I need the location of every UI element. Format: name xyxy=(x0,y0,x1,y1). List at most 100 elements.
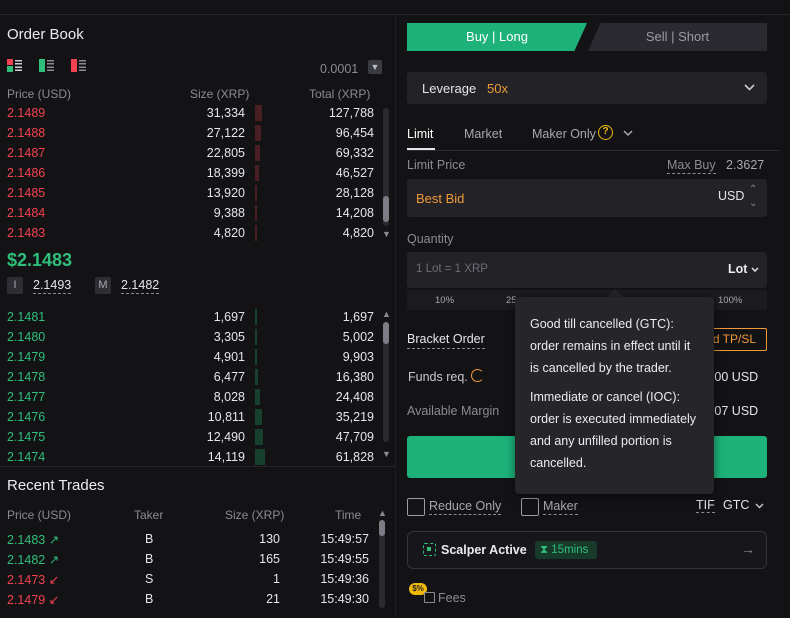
arrow-up-right-icon: ↗ xyxy=(45,553,60,567)
chevron-down-icon[interactable]: ▼ xyxy=(368,60,382,74)
depth-bar xyxy=(255,165,259,181)
tabs-divider xyxy=(407,150,780,151)
row-price: 2.1487 xyxy=(7,146,46,160)
row-total: 1,697 xyxy=(342,310,374,324)
ask-row[interactable]: 2.1489 31,334 127,788 xyxy=(0,103,380,123)
leverage-value: 50x xyxy=(487,81,508,96)
chevron-down-icon[interactable] xyxy=(744,84,755,91)
tab-limit[interactable]: Limit xyxy=(407,127,433,141)
trade-taker: S xyxy=(145,572,154,586)
bid-row[interactable]: 2.1478 6,477 16,380 xyxy=(0,367,380,387)
tab-maker-only[interactable]: Maker Only xyxy=(532,127,596,141)
asks-scrollbar[interactable] xyxy=(383,108,389,226)
trade-price: 2.1479 ↙ xyxy=(7,592,59,607)
depth-bar xyxy=(255,145,260,161)
bid-row[interactable]: 2.1481 1,697 1,697 xyxy=(0,307,380,327)
precision-value[interactable]: 0.0001 xyxy=(320,62,358,76)
trade-size: 165 xyxy=(259,552,280,566)
bid-row[interactable]: 2.1477 8,028 24,408 xyxy=(0,387,380,407)
tif-select[interactable]: GTC xyxy=(723,498,749,512)
row-total: 61,828 xyxy=(335,450,374,464)
trade-row: 2.1479 ↙ B 21 15:49:30 xyxy=(0,590,380,610)
trade-size: 130 xyxy=(259,532,280,546)
sell-short-tab[interactable]: Sell | Short xyxy=(588,23,767,51)
row-size: 9,388 xyxy=(213,206,245,220)
asks-scroll-thumb[interactable] xyxy=(383,196,389,222)
scroll-down-icon[interactable]: ▼ xyxy=(382,449,391,459)
depth-bar xyxy=(255,429,263,445)
maker-label: Maker xyxy=(543,499,578,515)
row-size: 14,119 xyxy=(207,450,245,464)
tooltip-ioc-text: Immediate or cancel (IOC): order is exec… xyxy=(530,390,697,470)
trade-time: 15:49:57 xyxy=(320,532,369,546)
scalper-label: Scalper Active xyxy=(441,543,527,557)
book-view-both-icon[interactable] xyxy=(7,59,22,72)
add-tpsl-button[interactable]: d TP/SL xyxy=(705,328,767,351)
chevron-down-icon[interactable] xyxy=(755,503,764,509)
book-view-bids-icon[interactable] xyxy=(39,59,54,72)
reduce-only-checkbox[interactable] xyxy=(407,498,425,516)
scroll-up-icon[interactable]: ▲ xyxy=(382,309,391,319)
arrow-down-left-icon: ↙ xyxy=(45,593,60,607)
row-total: 4,820 xyxy=(342,226,374,240)
chevron-down-icon[interactable] xyxy=(751,267,759,272)
ask-row[interactable]: 2.1488 27,122 96,454 xyxy=(0,123,380,143)
row-size: 27,122 xyxy=(206,126,245,140)
bid-row[interactable]: 2.1480 3,305 5,002 xyxy=(0,327,380,347)
trade-row: 2.1473 ↙ S 1 15:49:36 xyxy=(0,570,380,590)
chevron-down-icon[interactable] xyxy=(623,130,633,137)
bid-row[interactable]: 2.1474 14,119 61,828 xyxy=(0,447,380,467)
tab-market[interactable]: Market xyxy=(464,127,502,141)
row-total: 35,219 xyxy=(335,410,374,424)
fees-label[interactable]: Fees xyxy=(438,591,466,605)
book-view-asks-icon[interactable] xyxy=(71,59,86,72)
mark-price: 2.1482 xyxy=(121,278,160,294)
percent-100[interactable]: 100% xyxy=(718,295,742,306)
depth-bar xyxy=(255,105,262,121)
depth-bar xyxy=(255,205,257,221)
trade-taker: B xyxy=(145,532,154,546)
percent-10[interactable]: 10% xyxy=(435,295,454,306)
increment-icon[interactable]: ⌃ xyxy=(749,184,757,195)
order-book-title: Order Book xyxy=(7,26,84,43)
scroll-up-icon[interactable]: ▲ xyxy=(378,508,387,518)
price-header: Price (USD) xyxy=(7,87,72,101)
row-total: 46,527 xyxy=(335,166,374,180)
total-header: Total (XRP) xyxy=(309,87,371,101)
decrement-icon[interactable]: ⌄ xyxy=(749,198,757,209)
bids-scroll-thumb[interactable] xyxy=(383,322,389,344)
bid-row[interactable]: 2.1476 10,811 35,219 xyxy=(0,407,380,427)
trade-price: 2.1473 ↙ xyxy=(7,572,59,587)
row-price: 2.1475 xyxy=(7,430,46,444)
help-icon[interactable]: ? xyxy=(598,125,613,140)
trade-taker: B xyxy=(145,552,154,566)
bid-row[interactable]: 2.1475 12,490 47,709 xyxy=(0,427,380,447)
row-size: 10,811 xyxy=(207,410,245,424)
row-size: 22,805 xyxy=(206,146,245,160)
arrow-down-left-icon: ↙ xyxy=(45,573,60,587)
trades-taker-header: Taker xyxy=(134,508,164,522)
ask-row[interactable]: 2.1486 18,399 46,527 xyxy=(0,163,380,183)
available-margin-label: Available Margin xyxy=(407,404,500,418)
bid-row[interactable]: 2.1479 4,901 9,903 xyxy=(0,347,380,367)
depth-bar xyxy=(255,125,261,141)
quantity-unit-select[interactable]: Lot xyxy=(728,262,747,276)
quantity-placeholder: 1 Lot = 1 XRP xyxy=(416,263,488,275)
maker-checkbox[interactable] xyxy=(521,498,539,516)
fees-icon[interactable] xyxy=(424,592,435,603)
row-size: 8,028 xyxy=(213,390,245,404)
ask-row[interactable]: 2.1484 9,388 14,208 xyxy=(0,203,380,223)
scroll-down-icon[interactable]: ▼ xyxy=(382,229,391,239)
row-price: 2.1476 xyxy=(7,410,46,424)
ask-row[interactable]: 2.1483 4,820 4,820 xyxy=(0,223,380,243)
arrow-right-icon[interactable]: → xyxy=(741,541,755,557)
ask-row[interactable]: 2.1487 22,805 69,332 xyxy=(0,143,380,163)
price-value[interactable]: Best Bid xyxy=(416,191,464,206)
row-total: 14,208 xyxy=(335,206,374,220)
arrow-up-right-icon: ↗ xyxy=(45,533,60,547)
buy-long-tab[interactable]: Buy | Long xyxy=(407,23,587,51)
row-size: 4,820 xyxy=(213,226,245,240)
refresh-icon[interactable] xyxy=(471,369,484,382)
bids-scrollbar[interactable] xyxy=(383,322,389,442)
ask-row[interactable]: 2.1485 13,920 28,128 xyxy=(0,183,380,203)
